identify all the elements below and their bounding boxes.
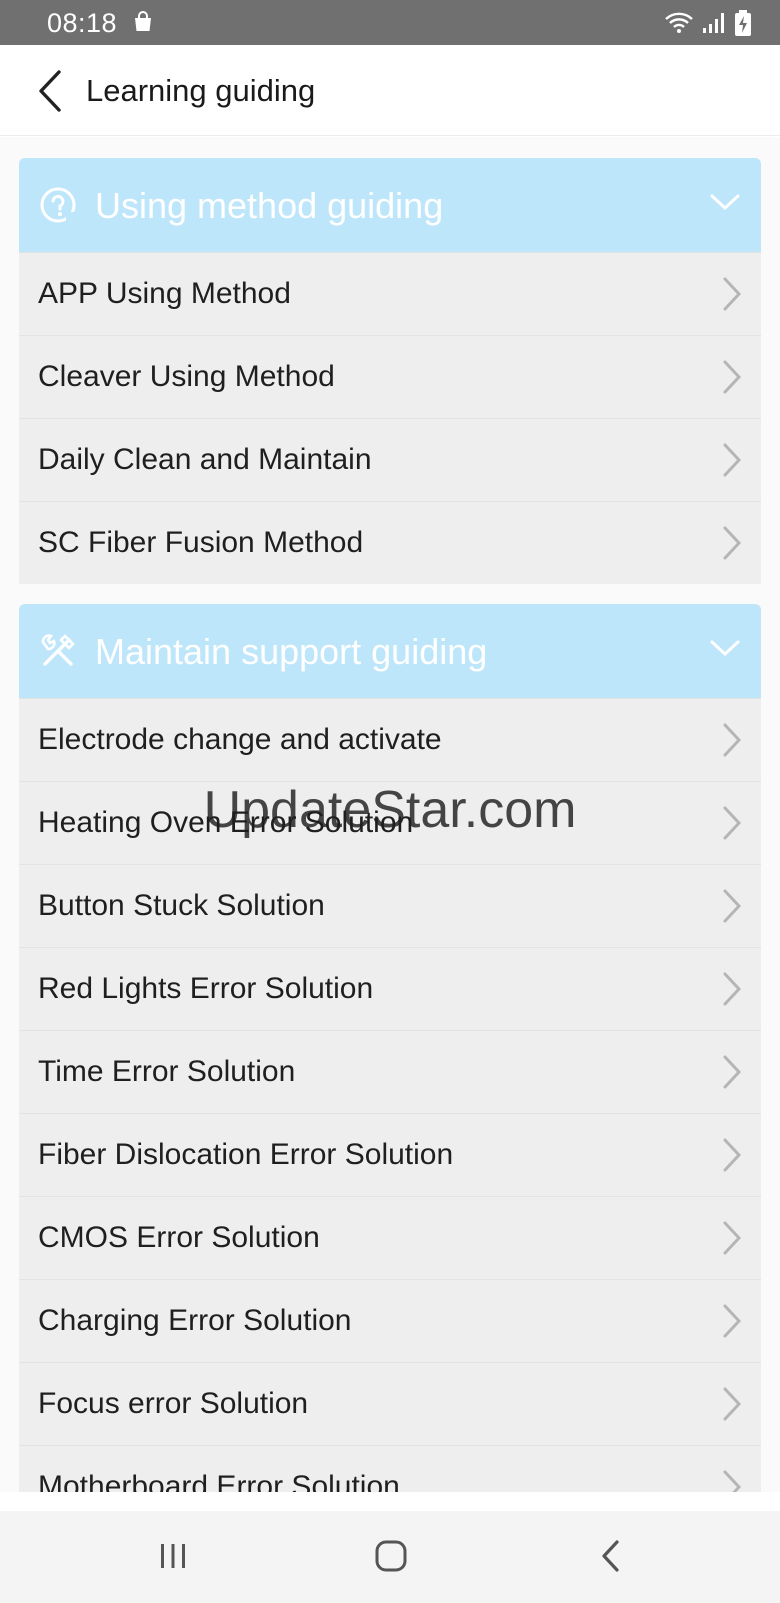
section-using-method: Using method guiding APP Using Method Cl… — [19, 158, 761, 584]
chevron-right-icon — [723, 972, 742, 1006]
recent-apps-icon — [161, 1544, 185, 1568]
chevron-right-icon — [723, 806, 742, 840]
list-item-label: Electrode change and activate — [38, 723, 442, 756]
list-item-label: CMOS Error Solution — [38, 1221, 320, 1254]
list-item[interactable]: Heating Oven Error Solution — [19, 781, 761, 864]
list-item-label: Heating Oven Error Solution — [38, 806, 414, 839]
chevron-right-icon — [723, 526, 742, 560]
system-back-button[interactable] — [580, 1531, 640, 1581]
app-bar: Learning guiding — [0, 45, 780, 136]
chevron-right-icon — [723, 1470, 742, 1492]
system-nav-bar — [0, 1511, 780, 1603]
back-icon — [602, 1540, 619, 1572]
list-item[interactable]: Daily Clean and Maintain — [19, 418, 761, 501]
section-title: Using method guiding — [95, 185, 444, 226]
battery-charging-icon — [735, 10, 751, 36]
list-item-label: Cleaver Using Method — [38, 360, 335, 393]
list-item[interactable]: Button Stuck Solution — [19, 864, 761, 947]
chevron-right-icon — [723, 1221, 742, 1255]
status-time: 08:18 — [47, 8, 118, 38]
wifi-icon — [665, 12, 693, 33]
home-icon — [375, 1540, 407, 1572]
back-button[interactable] — [30, 67, 70, 115]
chevron-right-icon — [723, 723, 742, 757]
shopping-bag-icon — [135, 11, 151, 31]
guide-icon — [40, 187, 76, 223]
list-item-label: Time Error Solution — [38, 1055, 296, 1088]
chevron-right-icon — [723, 1387, 742, 1421]
chevron-right-icon — [723, 277, 742, 311]
list-item[interactable]: CMOS Error Solution — [19, 1196, 761, 1279]
tools-icon — [41, 634, 75, 666]
chevron-down-icon[interactable] — [709, 638, 741, 660]
list-item-label: Daily Clean and Maintain — [38, 443, 372, 476]
section-header[interactable]: Maintain support guiding — [19, 604, 761, 698]
chevron-right-icon — [723, 1304, 742, 1338]
section-header[interactable]: Using method guiding — [19, 158, 761, 252]
chevron-right-icon — [723, 1055, 742, 1089]
list-item[interactable]: Time Error Solution — [19, 1030, 761, 1113]
list-item-label: Focus error Solution — [38, 1387, 309, 1420]
list-item-label: Fiber Dislocation Error Solution — [38, 1138, 454, 1171]
recent-apps-button[interactable] — [143, 1531, 203, 1581]
chevron-right-icon — [723, 360, 742, 394]
list-item[interactable]: Motherboard Error Solution — [19, 1445, 761, 1492]
chevron-right-icon — [723, 443, 742, 477]
list-item[interactable]: Fiber Dislocation Error Solution — [19, 1113, 761, 1196]
list-item-label: Button Stuck Solution — [38, 889, 325, 922]
list-item-label: Motherboard Error Solution — [38, 1470, 400, 1492]
status-bar: 08:18 — [0, 0, 780, 45]
list-item-label: APP Using Method — [38, 277, 291, 310]
list-item[interactable]: APP Using Method — [19, 252, 761, 335]
chevron-right-icon — [723, 889, 742, 923]
list-item[interactable]: Red Lights Error Solution — [19, 947, 761, 1030]
section-title: Maintain support guiding — [95, 631, 488, 672]
chevron-right-icon — [723, 1138, 742, 1172]
list-item-label: Red Lights Error Solution — [38, 972, 374, 1005]
list-item-label: SC Fiber Fusion Method — [38, 526, 364, 559]
signal-icon — [703, 13, 724, 33]
list-item[interactable]: Electrode change and activate — [19, 698, 761, 781]
guide-list[interactable]: Using method guiding APP Using Method Cl… — [0, 137, 780, 1492]
list-item[interactable]: SC Fiber Fusion Method — [19, 501, 761, 584]
list-item[interactable]: Charging Error Solution — [19, 1279, 761, 1362]
chevron-down-icon[interactable] — [709, 192, 741, 214]
list-item-label: Charging Error Solution — [38, 1304, 352, 1337]
page-title: Learning guiding — [86, 73, 316, 108]
back-arrow-icon — [39, 70, 61, 112]
home-button[interactable] — [361, 1531, 421, 1581]
status-icons — [664, 10, 752, 36]
list-item[interactable]: Cleaver Using Method — [19, 335, 761, 418]
section-maintain-support: Maintain support guiding Electrode chang… — [19, 604, 761, 1492]
list-item[interactable]: Focus error Solution — [19, 1362, 761, 1445]
